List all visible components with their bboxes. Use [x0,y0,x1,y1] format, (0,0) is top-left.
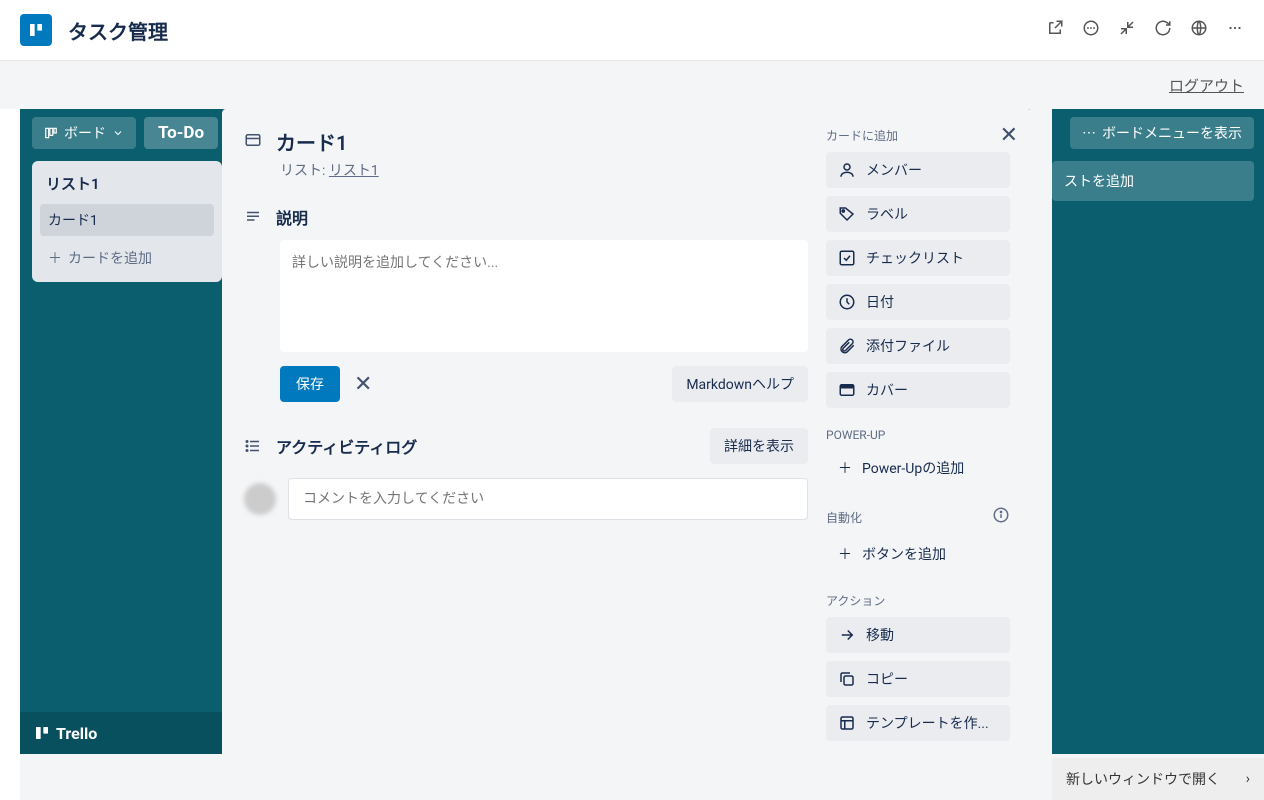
markdown-help-button[interactable]: Markdownヘルプ [672,366,808,402]
logout-link[interactable]: ログアウト [1169,75,1244,96]
board-title[interactable]: To-Do [144,117,218,149]
card-item[interactable]: カード1 [40,204,214,236]
description-icon [244,208,262,230]
checklist-button[interactable]: チェックリスト [826,240,1010,276]
card-title[interactable]: カード1 [276,127,347,156]
dates-button[interactable]: 日付 [826,284,1010,320]
app-title: タスク管理 [68,16,168,45]
activity-title: アクティビティログ [276,434,417,458]
copy-button[interactable]: コピー [826,661,1010,697]
sub-header: ログアウト [0,61,1264,109]
save-button[interactable]: 保存 [280,366,340,402]
app-logo [20,14,52,46]
add-card-button[interactable]: ＋カードを追加 [40,242,214,274]
list-link[interactable]: リスト1 [329,163,379,179]
footer-right[interactable]: 新しいウィンドウで開く › [1052,758,1264,800]
description-title: 説明 [276,205,308,229]
more-icon[interactable] [1226,19,1244,41]
avatar [244,483,276,515]
actions-title: アクション [826,592,1010,609]
globe-icon[interactable] [1190,19,1208,41]
show-details-button[interactable]: 詳細を表示 [710,428,808,464]
labels-button[interactable]: ラベル [826,196,1010,232]
list-title[interactable]: リスト1 [40,169,214,198]
comment-icon[interactable] [1082,19,1100,41]
board-menu-button[interactable]: ⋯ボードメニューを表示 [1070,117,1254,149]
board-area-right: ⋯ボードメニューを表示 ストを追加 [1052,109,1264,754]
attachment-button[interactable]: 添付ファイル [826,328,1010,364]
activity-icon [244,437,262,459]
cancel-icon[interactable]: ✕ [354,372,372,397]
external-link-icon[interactable] [1046,19,1064,41]
members-button[interactable]: メンバー [826,152,1010,188]
card-modal: ✕ カード1 リスト: リスト1 説明 保存 ✕ [222,109,1032,800]
add-list-button[interactable]: ストを追加 [1052,161,1254,201]
description-input[interactable] [280,240,808,352]
add-automation-button[interactable]: ＋ボタンを追加 [826,536,1010,572]
automation-title: 自動化 [826,509,862,526]
card-icon [244,131,262,153]
cover-button[interactable]: カバー [826,372,1010,408]
board-view-button[interactable]: ボード [32,117,136,149]
refresh-icon[interactable] [1154,19,1172,41]
info-icon[interactable] [992,506,1010,528]
move-button[interactable]: 移動 [826,617,1010,653]
template-button[interactable]: テンプレートを作... [826,705,1010,741]
powerup-title: POWER-UP [826,428,1010,442]
comment-input[interactable] [288,478,808,520]
add-to-card-title: カードに追加 [826,127,1010,144]
list-column: リスト1 カード1 ＋カードを追加 [32,161,222,282]
collapse-icon[interactable] [1118,19,1136,41]
add-powerup-button[interactable]: ＋Power-Upの追加 [826,450,1010,486]
list-reference: リスト: リスト1 [280,160,808,180]
top-header: タスク管理 [0,0,1264,61]
close-icon[interactable]: ✕ [1000,123,1018,148]
